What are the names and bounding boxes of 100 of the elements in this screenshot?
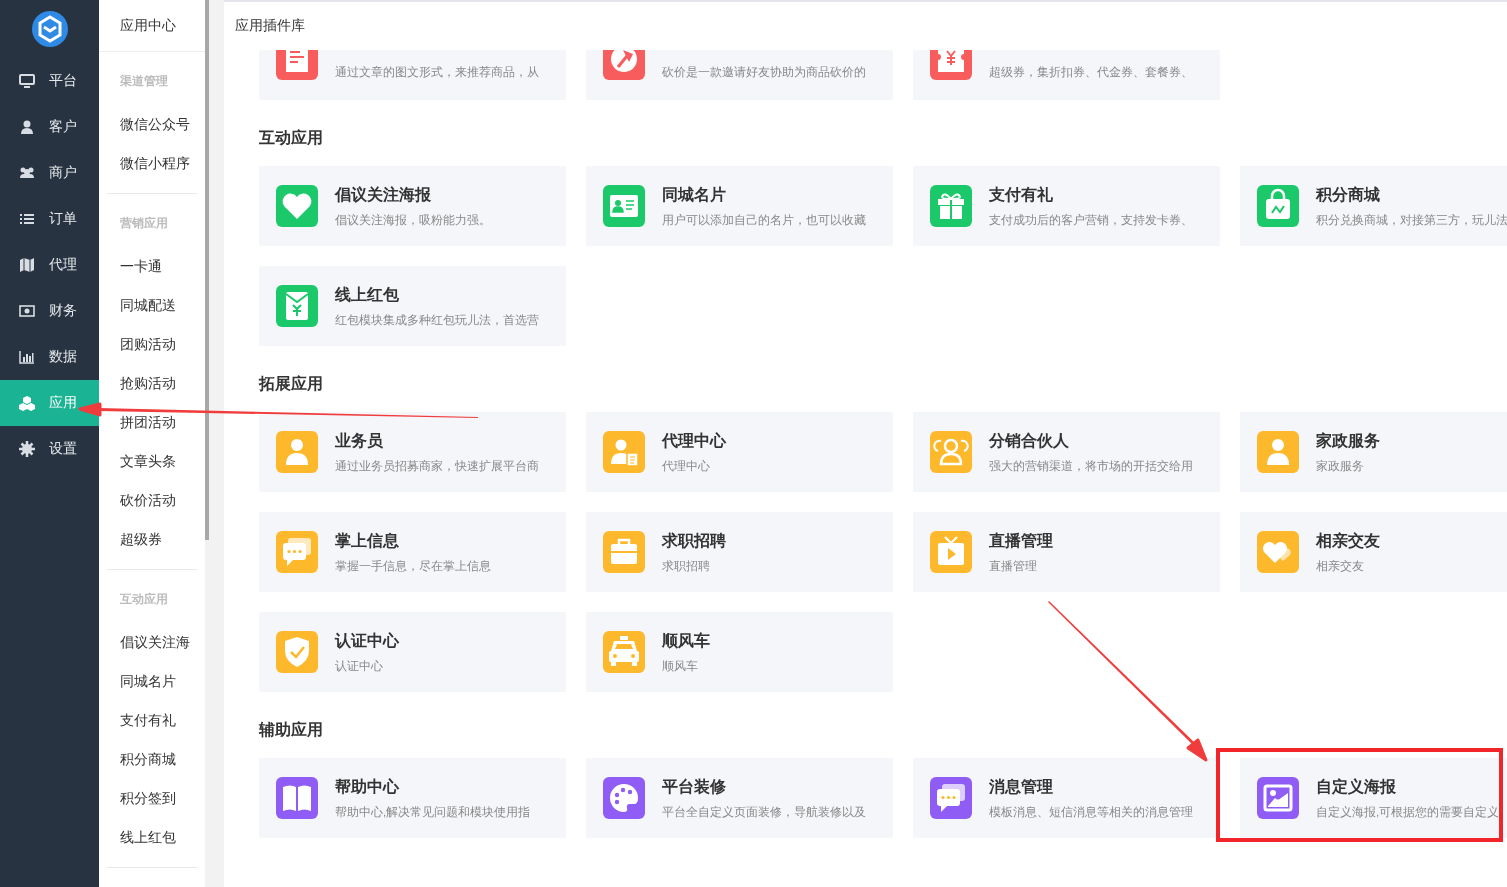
app-card[interactable]: 通过文章的图文形式，来推荐商品，从 (259, 50, 566, 100)
nav-item[interactable]: 订单 (0, 196, 99, 242)
scrollbar-thumb[interactable] (205, 0, 209, 540)
card-title: 求职招聘 (662, 530, 726, 551)
app-card[interactable]: 家政服务 家政服务 (1240, 412, 1507, 492)
card-description: 模板消息、短信消息等相关的消息管理 (989, 804, 1193, 820)
app-card[interactable]: 业务员 通过业务员招募商家，快速扩展平台商 (259, 412, 566, 492)
nav-item[interactable]: 客户 (0, 104, 99, 150)
card-title: 顺风车 (662, 630, 710, 651)
group-title: 渠道管理 (119, 73, 169, 90)
card-description: 直播管理 (989, 558, 1038, 574)
submenu-item[interactable]: 线上红包 (107, 818, 197, 857)
app-card[interactable]: 倡议关注海报 倡议关注海报，吸粉能力强。 (259, 166, 566, 246)
app-card[interactable]: 帮助中心 帮助中心,解决常见问题和模块使用指 (259, 758, 566, 838)
card-title: 平台装修 (662, 776, 727, 797)
list-icon (19, 211, 35, 227)
app-card[interactable]: 砍价是一款邀请好友协助为商品砍价的 (586, 50, 893, 100)
card-title: 家政服务 (1316, 430, 1380, 451)
app-card[interactable]: 求职招聘 求职招聘 (586, 512, 893, 592)
card-description: 相亲交友 (1316, 558, 1365, 574)
submenu-item[interactable]: 同城名片 (107, 662, 197, 701)
submenu-item[interactable]: 微信公众号 (107, 105, 197, 144)
submenu-item[interactable]: 倡议关注海 (107, 623, 197, 662)
card-title: 消息管理 (989, 776, 1054, 797)
card-description: 帮助中心,解决常见问题和模块使用指 (335, 804, 531, 820)
app-card[interactable]: 同城名片 用户可以添加自己的名片，也可以收藏 (586, 166, 893, 246)
monitor-icon (19, 73, 35, 89)
card-title: 代理中心 (662, 430, 726, 451)
card-description: 用户可以添加自己的名片，也可以收藏 (662, 212, 866, 228)
nav-item[interactable]: 财务 (0, 288, 99, 334)
submenu-item[interactable]: 积分商城 (107, 740, 197, 779)
group-title: 营销应用 (119, 215, 169, 232)
card-description: 掌握一手信息，尽在掌上信息 (335, 558, 491, 574)
card-title: 分销合伙人 (989, 430, 1070, 451)
nav-item[interactable]: 商户 (0, 150, 99, 196)
section-title: 辅助应用 (259, 720, 324, 740)
app-card[interactable]: 分销合伙人 强大的营销渠道，将市场的开括交给用 (913, 412, 1220, 492)
card-description: 积分兑换商城，对接第三方，玩儿法 (1316, 212, 1507, 228)
app-card[interactable]: 代理中心 代理中心 (586, 412, 893, 492)
submenu-item[interactable]: 抢购活动 (107, 364, 197, 403)
user-icon (19, 119, 35, 135)
card-title: 线上红包 (335, 284, 400, 305)
submenu-item[interactable]: 一卡通 (107, 247, 197, 286)
app-card[interactable]: 线上红包 红包模块集成多种红包玩儿法，首选营 (259, 266, 566, 346)
card-description: 超级券，集折扣券、代金券、套餐券、 (989, 65, 1193, 80)
app-card[interactable]: 超级券，集折扣券、代金券、套餐券、 (913, 50, 1220, 100)
submenu-item[interactable]: 拼团活动 (107, 403, 197, 442)
card-description: 顺风车 (662, 658, 699, 674)
card-title: 积分商城 (1316, 184, 1381, 205)
app-card[interactable]: 认证中心 认证中心 (259, 612, 566, 692)
submenu-item[interactable]: 砍价活动 (107, 481, 197, 520)
card-description: 自定义海报,可根据您的需要自定义 (1316, 804, 1500, 820)
card-description: 通过业务员招募商家，快速扩展平台商 (335, 458, 539, 474)
settings-icon (19, 441, 35, 457)
card-description: 平台全自定义页面装修，导航装修以及 (662, 804, 866, 820)
card-title: 支付有礼 (989, 184, 1054, 205)
app-card[interactable]: 平台装修 平台全自定义页面装修，导航装修以及 (586, 758, 893, 838)
app-card[interactable]: 支付有礼 支付成功后的客户营销，支持发卡券、 (913, 166, 1220, 246)
card-title: 相亲交友 (1316, 530, 1380, 551)
nav-item[interactable]: 平台 (0, 58, 99, 104)
money-icon (19, 303, 35, 319)
card-title: 倡议关注海报 (335, 184, 432, 205)
card-description: 家政服务 (1316, 458, 1365, 474)
users-icon (19, 165, 35, 181)
card-title: 业务员 (335, 430, 384, 451)
bar-chart-icon (19, 349, 35, 365)
app-card[interactable]: 直播管理 直播管理 (913, 512, 1220, 592)
app-card[interactable]: 掌上信息 掌握一手信息，尽在掌上信息 (259, 512, 566, 592)
app-card[interactable]: 顺风车 顺风车 (586, 612, 893, 692)
submenu-item[interactable]: 积分签到 (107, 779, 197, 818)
submenu-item[interactable]: 微信小程序 (107, 144, 197, 183)
app-card[interactable]: 自定义海报 自定义海报,可根据您的需要自定义 (1240, 758, 1507, 838)
group-title: 互动应用 (119, 591, 169, 608)
nav-item[interactable]: 数据 (0, 334, 99, 380)
submenu-item[interactable]: 文章头条 (107, 442, 197, 481)
card-title: 认证中心 (335, 630, 399, 651)
logo-icon (30, 10, 69, 48)
card-title: 帮助中心 (335, 776, 400, 797)
page-title: 应用插件库 (234, 16, 306, 35)
submenu-item[interactable]: 团购活动 (107, 325, 197, 364)
card-description: 求职招聘 (662, 558, 711, 574)
card-description: 支付成功后的客户营销，支持发卡券、 (989, 212, 1193, 228)
nav-item[interactable]: 代理 (0, 242, 99, 288)
card-description: 代理中心 (662, 458, 711, 474)
submenu-item[interactable]: 支付有礼 (107, 701, 197, 740)
card-description: 认证中心 (335, 658, 384, 674)
map-icon (19, 257, 35, 273)
submenu-item[interactable]: 同城配送 (107, 286, 197, 325)
app-card[interactable]: 积分商城 积分兑换商城，对接第三方，玩儿法 (1240, 166, 1507, 246)
app-card[interactable]: 相亲交友 相亲交友 (1240, 512, 1507, 592)
card-title: 直播管理 (989, 530, 1053, 551)
section-title: 互动应用 (259, 128, 324, 148)
card-description: 红包模块集成多种红包玩儿法，首选营 (335, 312, 539, 328)
section-title: 拓展应用 (259, 374, 324, 394)
card-description: 砍价是一款邀请好友协助为商品砍价的 (662, 65, 866, 80)
card-description: 倡议关注海报，吸粉能力强。 (335, 212, 491, 228)
submenu-item[interactable]: 超级券 (107, 520, 197, 559)
card-title: 掌上信息 (335, 530, 400, 551)
nav-item[interactable]: 设置 (0, 426, 99, 472)
card-title: 自定义海报 (1316, 776, 1397, 797)
